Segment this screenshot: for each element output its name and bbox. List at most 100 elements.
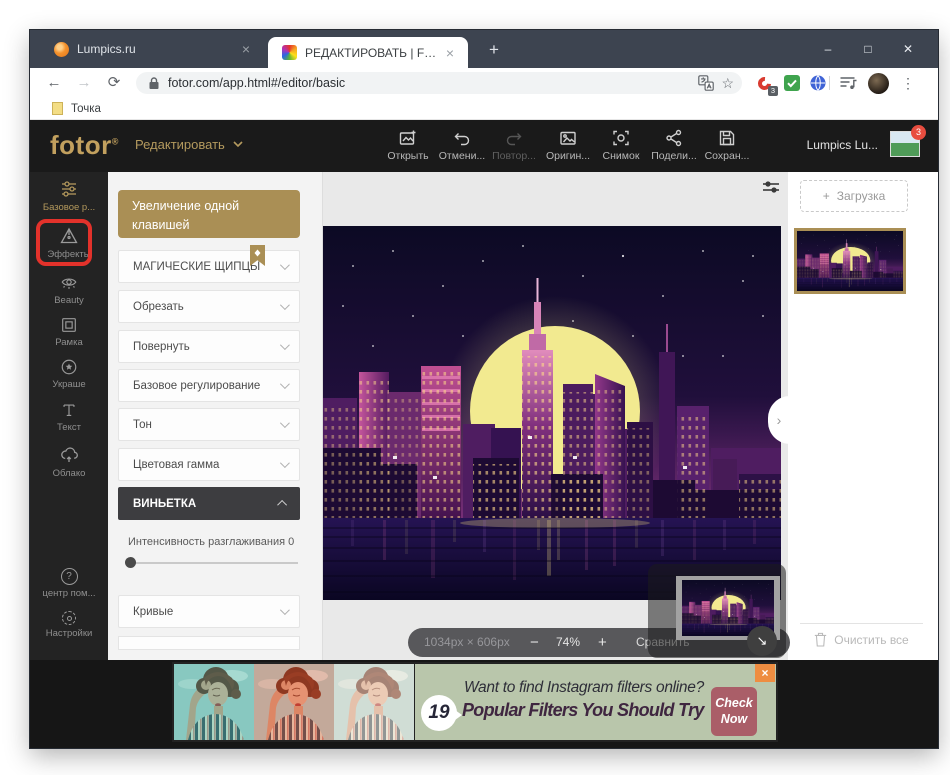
profile-avatar[interactable] (866, 71, 890, 95)
open-button[interactable]: Открыть (381, 128, 435, 162)
sidebar-item-text[interactable]: Текст (30, 401, 108, 433)
extension-check-icon[interactable] (780, 71, 804, 95)
uploaded-image-thumbnail[interactable] (794, 228, 906, 294)
close-tab-icon[interactable]: × (442, 44, 458, 62)
highlight-box (36, 219, 92, 266)
edit-menu[interactable]: Редактировать (135, 137, 243, 152)
sidebar-item-basic[interactable]: Базовое р... (30, 179, 108, 213)
open-image-icon (399, 130, 416, 145)
account-avatar[interactable]: 3 (890, 125, 926, 157)
vignette-slider-value: 0 (288, 536, 295, 548)
upload-button[interactable]: + Загрузка (800, 180, 908, 212)
bookmarks-bar: Точка (30, 98, 938, 120)
reading-list-icon[interactable] (836, 71, 860, 95)
panel-toggle-icon[interactable] (762, 180, 780, 194)
browser-toolbar: ← → ⟳ fotor.com/app.html#/editor/basic ☆… (30, 68, 938, 98)
expand-navigator-button[interactable]: ↘ (747, 626, 777, 656)
section-tone[interactable]: Тон (118, 408, 300, 441)
sidebar-item-cloud[interactable]: Облако (30, 445, 108, 479)
tab-strip: Lumpics.ru × РЕДАКТИРОВАТЬ | Fotor × + –… (30, 30, 938, 68)
share-button[interactable]: Подели... (647, 128, 701, 162)
snapshot-icon (613, 130, 629, 146)
tab-lumpics[interactable]: Lumpics.ru × (38, 30, 264, 68)
eye-icon (61, 278, 77, 289)
section-magic-clippers[interactable]: МАГИЧЕСКИЕ ЩИПЦЫ (118, 245, 300, 283)
section-crop[interactable]: Обрезать (118, 290, 300, 323)
section-color[interactable]: Цветовая гамма (118, 448, 300, 481)
text-icon (63, 404, 75, 416)
clear-all-button[interactable]: Очистить все (800, 632, 923, 647)
window-maximize-button[interactable]: □ (848, 30, 888, 68)
redo-icon (506, 133, 522, 146)
lumpics-favicon (54, 41, 69, 57)
sidebar-item-settings[interactable]: Настройки (30, 611, 108, 639)
navigator-overlay: ↘ (648, 564, 786, 658)
translate-icon[interactable] (697, 74, 715, 92)
ad-cta-button[interactable]: Check Now (711, 687, 757, 736)
window-close-button[interactable]: ✕ (888, 30, 928, 68)
cloud-upload-icon (61, 447, 78, 462)
zoom-out-button[interactable]: − (530, 628, 539, 657)
bookmark-item[interactable]: Точка (71, 103, 101, 115)
toolbar-separator (829, 76, 830, 90)
window-minimize-button[interactable]: – (808, 30, 848, 68)
address-bar[interactable]: fotor.com/app.html#/editor/basic ☆ (136, 72, 742, 94)
ad-close-button[interactable]: × (755, 664, 775, 682)
back-button[interactable]: ← (42, 71, 66, 95)
snapshot-button[interactable]: Снимок (594, 128, 648, 162)
one-key-enhance-button[interactable]: Увеличение одной клавишей (118, 190, 300, 238)
save-icon (719, 130, 735, 146)
new-tab-button[interactable]: + (482, 38, 506, 62)
fotor-logo[interactable]: fotor® (50, 130, 119, 161)
chevron-down-icon (279, 260, 290, 271)
save-button[interactable]: Сохран... (700, 128, 754, 162)
sidebar-item-stickers[interactable]: Украше (30, 358, 108, 390)
zoom-level: 74% (556, 635, 581, 649)
edit-menu-label: Редактировать (135, 137, 225, 152)
redo-button[interactable]: Повтор... (487, 128, 541, 162)
section-vignette[interactable]: ВИНЬЕТКА (118, 487, 300, 520)
sliders-icon (62, 181, 76, 197)
account-name[interactable]: Lumpics Lu... (807, 138, 878, 152)
reload-button[interactable]: ⟳ (102, 71, 126, 95)
bookmark-star-icon[interactable]: ☆ (721, 75, 734, 92)
chevron-down-icon (279, 300, 290, 311)
browser-menu-icon[interactable]: ⋮ (896, 71, 920, 95)
section-rotate[interactable]: Повернуть (118, 330, 300, 363)
help-icon: ? (60, 568, 78, 585)
ad-photo-filter-2 (254, 664, 334, 740)
extension-globe-icon[interactable] (806, 71, 830, 95)
pro-bookmark-icon (250, 245, 265, 266)
chevron-down-icon (279, 605, 290, 616)
lock-icon (149, 77, 159, 89)
ad-subheadline: Popular Filters You Should Try (462, 700, 704, 720)
section-basic-adjust[interactable]: Базовое регулирование (118, 369, 300, 402)
section-partial[interactable] (118, 636, 300, 650)
close-tab-icon[interactable]: × (238, 40, 254, 58)
forward-button[interactable]: → (72, 71, 96, 95)
trash-icon (815, 632, 827, 647)
sidebar-item-help-center[interactable]: ? центр пом... (30, 568, 108, 599)
undo-button[interactable]: Отмени... (435, 128, 489, 162)
extension-red-icon[interactable]: 3 (752, 71, 778, 96)
vignette-slider-knob[interactable] (125, 557, 136, 568)
extension-badge: 3 (768, 86, 778, 96)
ad-headline: Want to find Instagram filters online? (464, 679, 704, 696)
share-icon (666, 129, 682, 147)
edited-photo[interactable] (323, 226, 781, 600)
chevron-down-icon (279, 458, 290, 469)
chevron-up-icon (277, 499, 288, 510)
vignette-slider-track[interactable] (128, 562, 298, 564)
tab-fotor-editor[interactable]: РЕДАКТИРОВАТЬ | Fotor × (268, 37, 468, 68)
frame-icon (62, 318, 76, 332)
editor-body: Базовое р... Эффекты Beauty Рамка Украше… (30, 172, 938, 660)
zoom-in-button[interactable]: + (598, 628, 607, 657)
section-curves[interactable]: Кривые (118, 595, 300, 628)
original-button[interactable]: Оригин... (541, 128, 595, 162)
ad-banner[interactable]: 19 Want to find Instagram filters online… (172, 662, 778, 742)
gear-icon (62, 611, 76, 625)
sidebar-item-frame[interactable]: Рамка (30, 316, 108, 348)
notification-badge: 3 (911, 125, 926, 140)
fotor-favicon (282, 45, 297, 60)
sidebar-item-beauty[interactable]: Beauty (30, 274, 108, 306)
